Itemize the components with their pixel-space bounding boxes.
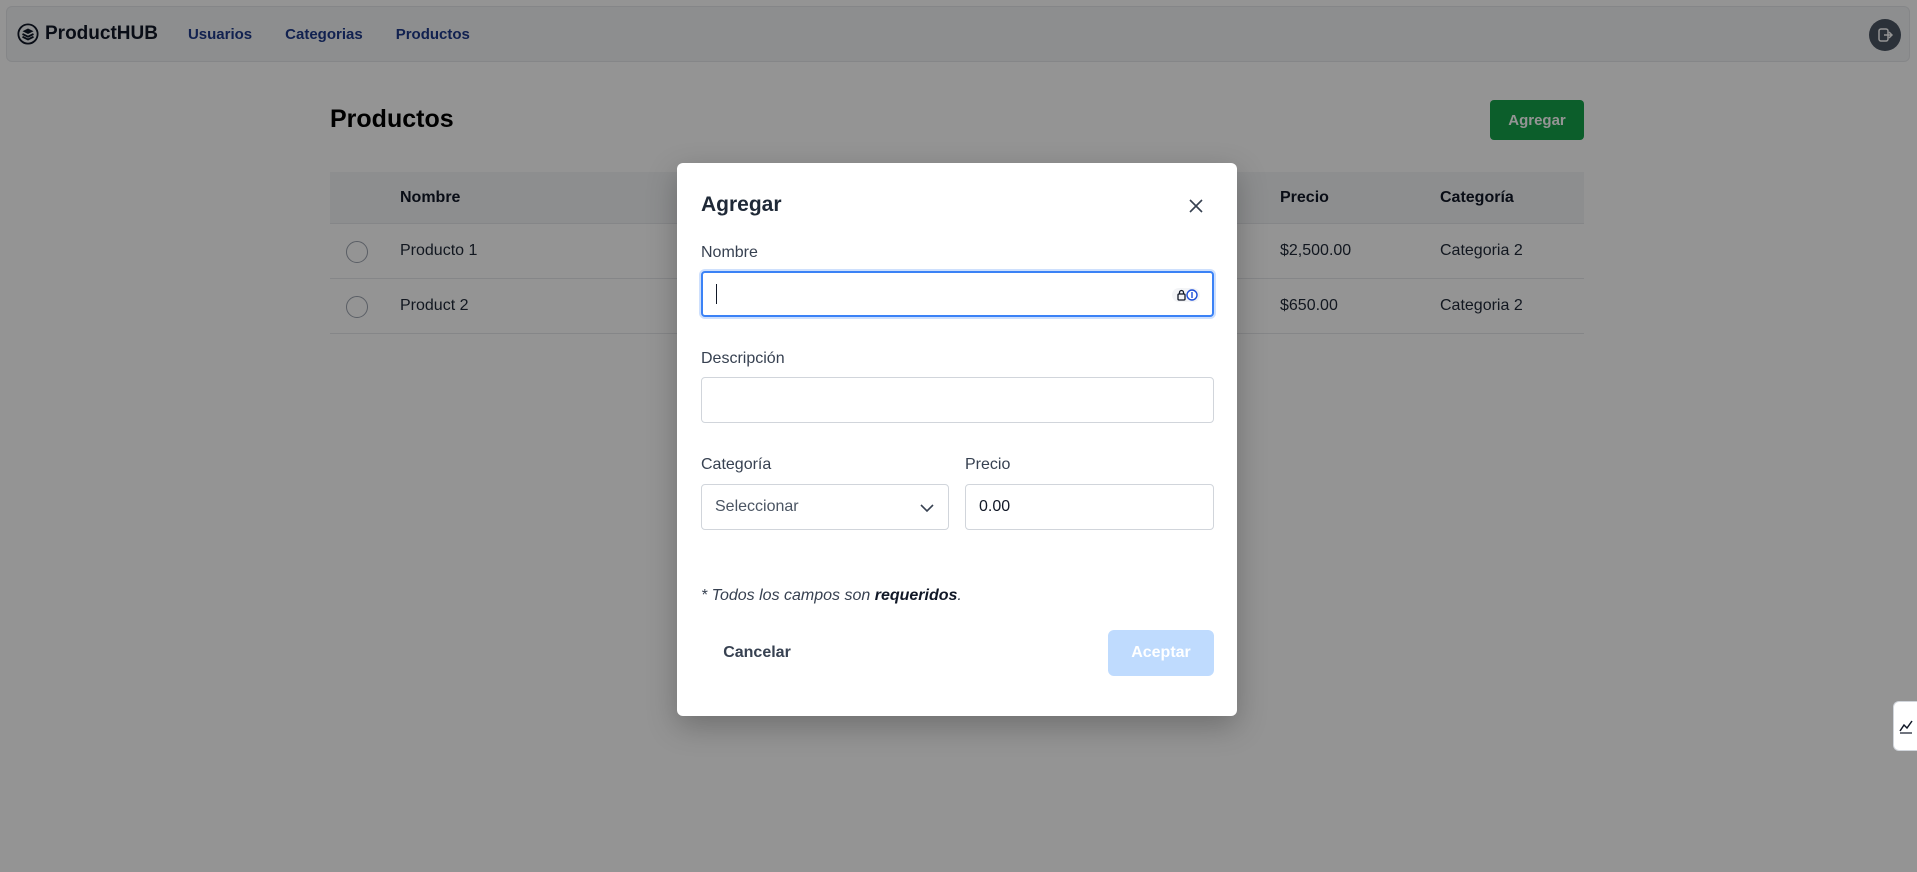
modal-title: Agregar [701,193,782,216]
cancel-button[interactable]: Cancelar [701,630,813,676]
descripcion-label: Descripción [701,350,785,367]
password-manager-icon[interactable] [1172,287,1200,303]
precio-input[interactable]: 0.00 [965,484,1214,530]
side-widget-tab[interactable] [1893,701,1917,751]
accept-button[interactable]: Aceptar [1108,630,1214,676]
add-product-modal: Agregar Nombre Descripción Categoría Sel… [677,163,1237,716]
precio-input-value: 0.00 [979,498,1011,515]
descripcion-input[interactable] [701,377,1214,423]
nombre-label: Nombre [701,244,758,261]
close-button[interactable] [1184,194,1208,218]
required-fields-note: * Todos los campos son requeridos. [701,587,962,605]
nombre-input[interactable] [701,271,1214,317]
categoria-label: Categoría [701,456,772,473]
note-bold: requeridos [874,587,958,604]
text-cursor [716,284,717,304]
precio-label: Precio [965,456,1011,473]
note-prefix: * Todos los campos son [701,587,875,604]
chart-icon [1898,720,1913,734]
categoria-select[interactable]: Seleccionar [701,484,949,530]
chevron-down-icon [920,504,934,513]
categoria-select-value: Seleccionar [715,498,799,515]
note-suffix: . [957,587,962,604]
close-icon [1189,199,1203,213]
